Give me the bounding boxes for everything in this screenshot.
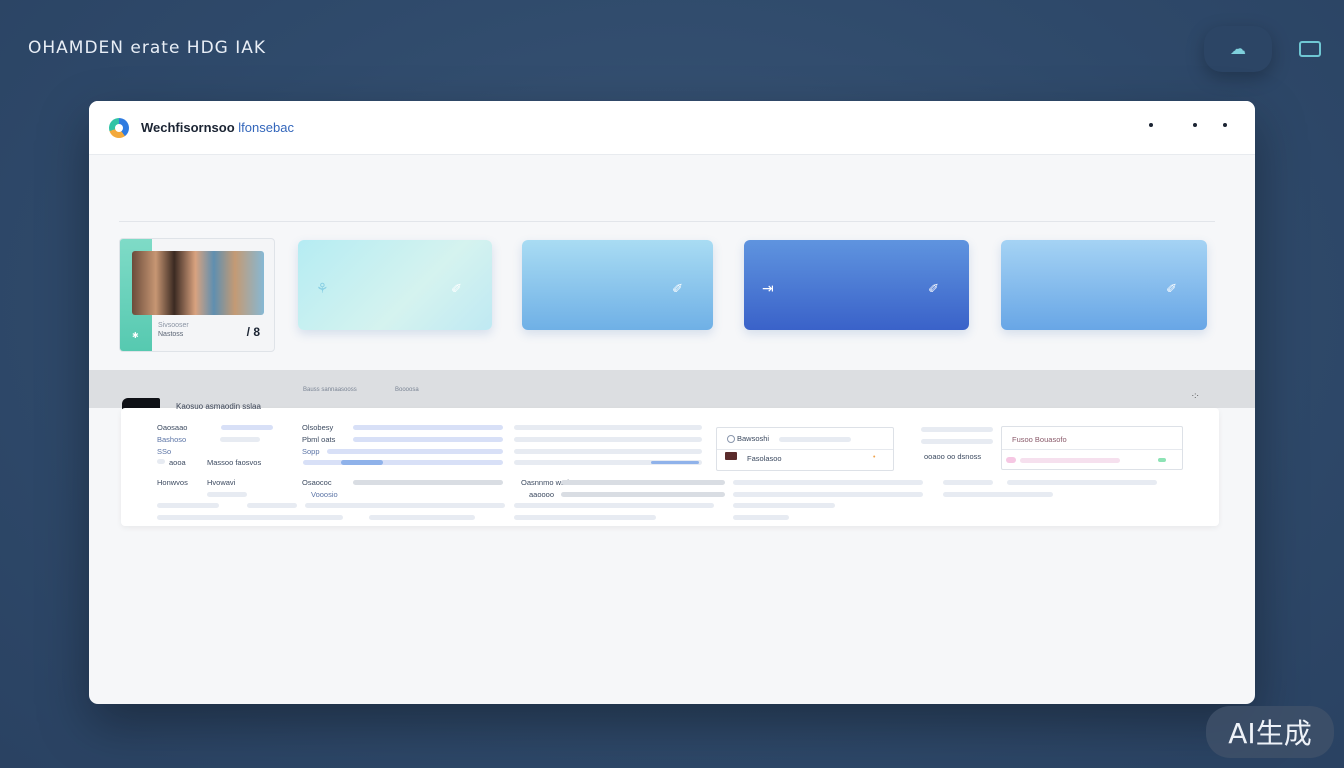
section-band: Bauss sannaasooss Boooosa ·:· — [89, 370, 1255, 408]
photo-card-meta: Sivsooser — [158, 322, 189, 329]
top-actions: ☁ — [1204, 26, 1322, 72]
thumbnail-icon — [725, 452, 737, 460]
window-menu-dots-icon[interactable] — [1149, 123, 1227, 127]
photo-card-subtitle: Nastoss — [158, 331, 184, 338]
app-window: Wechfisornsoo lfonsebac ✱ Sivsooser Nast… — [89, 101, 1255, 704]
cloud-icon: ☁ — [1230, 41, 1246, 58]
gradient-card-3[interactable]: ⇥ ✐ — [744, 240, 969, 330]
edit-icon[interactable]: ✐ — [928, 281, 939, 297]
arrow-icon: ⇥ — [762, 280, 774, 296]
gradient-card-1[interactable]: ⚘ ✐ — [298, 240, 492, 330]
app-name-main: Wechfisornsoo — [141, 120, 235, 135]
ai-generated-watermark: AI生成 — [1206, 706, 1334, 758]
info-box[interactable]: Fusoo Bouasofo — [1001, 426, 1183, 470]
photo-card[interactable]: ✱ Sivsooser Nastoss / 8 — [119, 238, 275, 352]
table-cell: aooa — [169, 458, 186, 467]
table-cell: Honwvos — [157, 478, 188, 487]
app-name: Wechfisornsoo lfonsebac — [141, 120, 294, 135]
table-cell: Osaococ — [302, 478, 332, 487]
band-label-2: Boooosa — [395, 387, 419, 393]
app-name-accent: lfonsebac — [238, 120, 294, 135]
table-cell: aaoooo — [529, 490, 555, 499]
band-label-1: Bauss sannaasooss — [303, 387, 357, 393]
app-logo-icon — [109, 117, 129, 138]
table-cell: Olsobesy — [302, 423, 334, 432]
divider — [119, 221, 1215, 222]
edit-icon[interactable]: ✐ — [672, 281, 683, 297]
chip-button[interactable] — [1298, 37, 1322, 61]
edit-icon[interactable]: ✐ — [451, 281, 462, 297]
table-cell: ooaoo oo dsnoss — [924, 452, 982, 461]
group-photo — [132, 251, 264, 315]
edit-icon[interactable]: ✐ — [1166, 281, 1177, 297]
radio-icon[interactable] — [727, 435, 735, 443]
chip-icon — [1299, 41, 1321, 57]
box-label: Bawsoshi — [737, 434, 770, 443]
band-options-icon[interactable]: ·:· — [1191, 391, 1199, 400]
box-label: Fasolasoo — [747, 454, 782, 463]
photo-card-count: / 8 — [246, 325, 260, 339]
pink-tag — [1006, 457, 1016, 463]
table-cell: Massoo faosvos — [207, 458, 262, 467]
star-icon: ✱ — [132, 331, 139, 340]
gradient-card-4[interactable]: ✐ — [1001, 240, 1207, 330]
gradient-card-2[interactable]: ✐ — [522, 240, 713, 330]
data-panel: Kaosuo asmaodin sslaa Oaosaao Bashoso SS… — [121, 402, 1219, 526]
top-title: OHAMDEN erate HDG IAK — [28, 38, 267, 58]
cloud-button[interactable]: ☁ — [1204, 26, 1272, 72]
table-cell: Bashoso — [157, 435, 187, 444]
card-row: ✱ Sivsooser Nastoss / 8 ⚘ ✐ ✐ ⇥ ✐ ✐ — [119, 238, 1208, 352]
box-label: Fusoo Bouasofo — [1012, 435, 1067, 444]
window-header: Wechfisornsoo lfonsebac — [89, 101, 1255, 155]
panel-title: Kaosuo asmaodin sslaa — [176, 402, 261, 411]
table-cell: Oaosaao — [157, 423, 188, 432]
table-cell: Vooosio — [311, 490, 338, 499]
table-cell: Pbml oats — [302, 435, 336, 444]
green-tag — [1158, 458, 1166, 462]
info-box[interactable]: Bawsoshi Fasolasoo • — [716, 427, 894, 471]
table-cell: Sopp — [302, 447, 320, 456]
table-cell: Hvowavi — [207, 478, 236, 487]
status-icon: • — [873, 454, 876, 461]
table-cell: SSo — [157, 447, 172, 456]
flower-icon: ⚘ — [316, 280, 329, 296]
